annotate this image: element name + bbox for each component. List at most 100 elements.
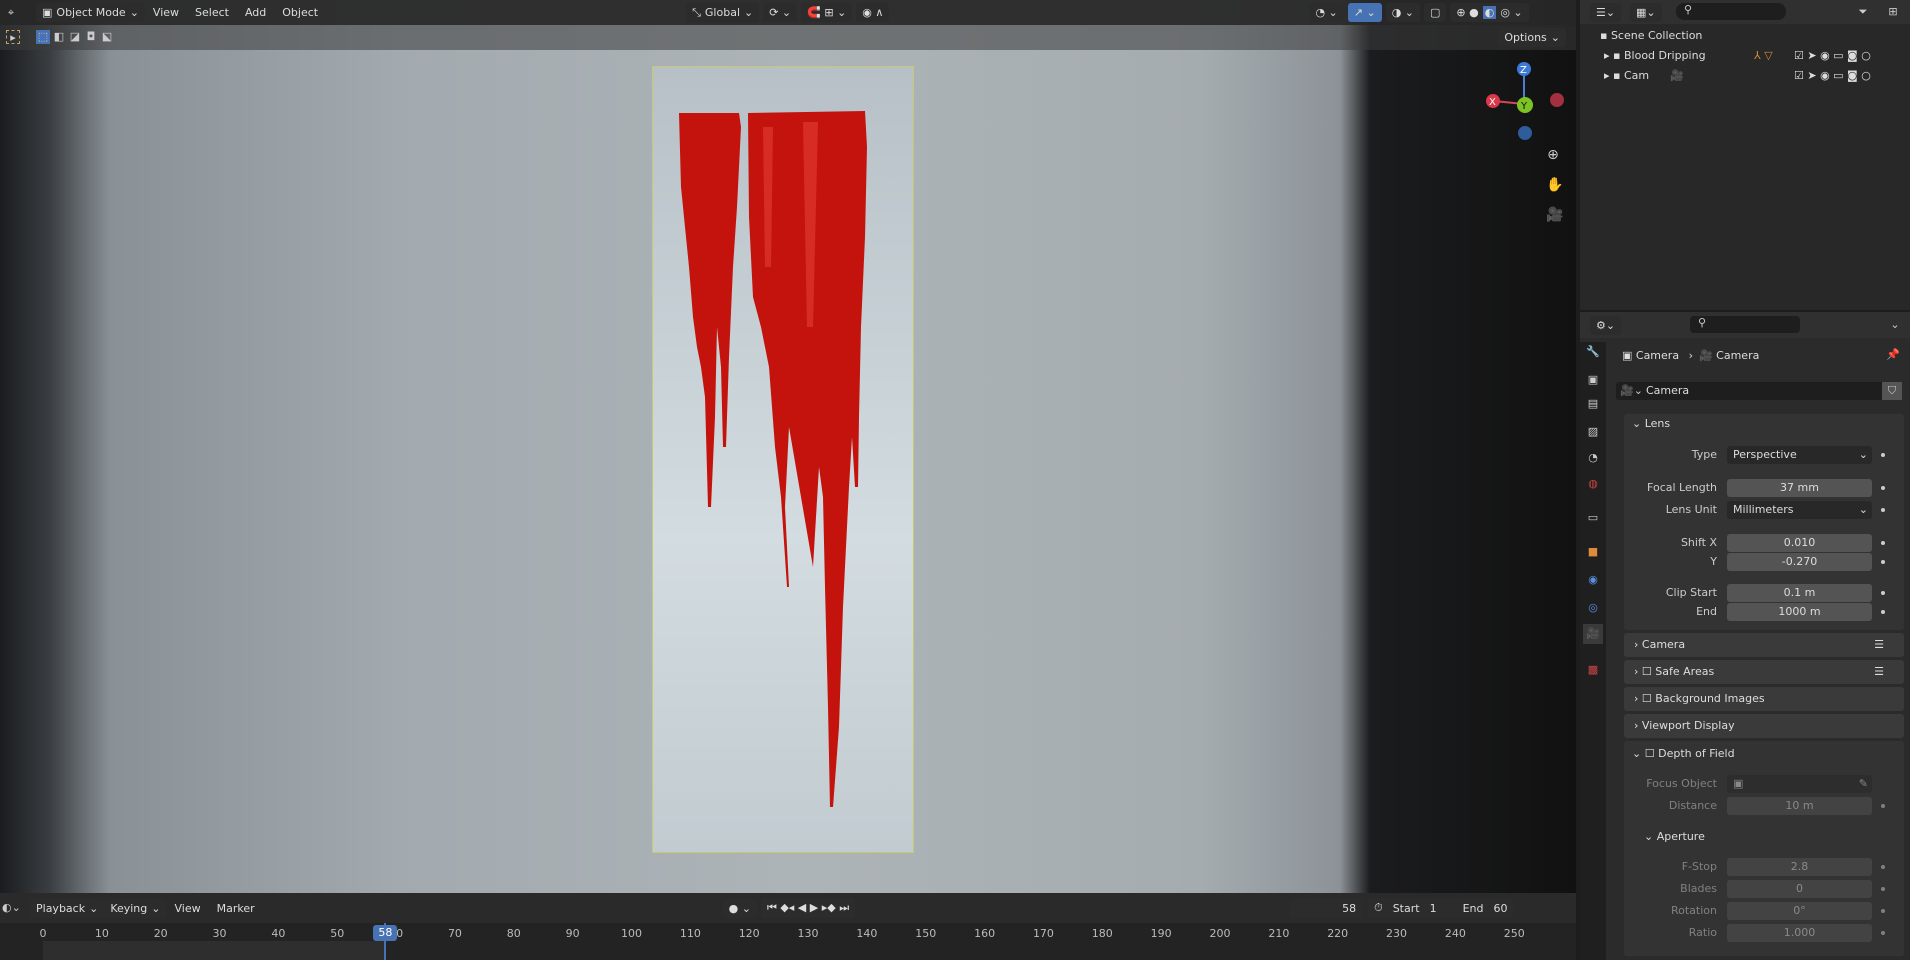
dof-panel-header[interactable]: ⌄ ☐ Depth of Field <box>1632 747 1735 760</box>
mode-select[interactable]: ▣ Object Mode ⌄ <box>36 3 145 22</box>
aperture-subpanel-header[interactable]: ⌄ Aperture <box>1644 830 1705 843</box>
pan-hand-icon[interactable]: ✋ <box>1546 178 1563 192</box>
clip-end-field[interactable]: 1000 m <box>1727 603 1872 621</box>
keyframe-dot[interactable] <box>1881 931 1885 935</box>
keyframe-dot[interactable] <box>1881 453 1885 457</box>
fake-user-shield-icon[interactable]: ⛉ <box>1882 382 1902 400</box>
options-dropdown-icon[interactable]: ⌄ <box>1888 318 1902 332</box>
editor-type-icon[interactable]: ⌖ <box>4 6 18 20</box>
shift-x-field[interactable]: 0.010 <box>1727 534 1872 552</box>
keyframe-dot[interactable] <box>1881 887 1885 891</box>
scene-tab-icon[interactable]: ◔ <box>1583 448 1603 468</box>
collection-tab-icon[interactable]: ▭ <box>1583 508 1603 528</box>
object-tab-icon[interactable]: ■ <box>1583 542 1603 562</box>
select-subtract-icon[interactable]: ◪ <box>68 30 82 44</box>
xray-toggle[interactable]: ▢ <box>1424 3 1447 22</box>
safe-areas-panel[interactable]: › ☐ Safe Areas ☰ <box>1624 660 1904 684</box>
render-tab-icon[interactable]: ▣ <box>1583 370 1603 390</box>
menu-select[interactable]: Select <box>187 6 237 19</box>
menu-view[interactable]: View <box>145 6 187 19</box>
pivot-select[interactable]: ⟳ ⌄ <box>763 3 798 22</box>
visibility-toggles[interactable]: ☑ ➤ ◉ ▭ ◙ ○ <box>1794 49 1871 62</box>
clip-start-field[interactable]: 0.1 m <box>1727 584 1872 602</box>
selection-mode-buttons[interactable]: ⬚ ◧ ◪ ◘ ⬕ <box>36 30 114 44</box>
properties-search-input[interactable]: ⚲ <box>1690 316 1800 333</box>
pin-icon[interactable]: 📌 <box>1886 348 1900 362</box>
keyframe-dot[interactable] <box>1881 909 1885 913</box>
scene-collection-row[interactable]: ▪ Scene Collection <box>1600 29 1702 42</box>
playhead-frame-label[interactable]: 58 <box>373 925 398 941</box>
keyframe-dot[interactable] <box>1881 804 1885 808</box>
checkbox[interactable]: ☐ <box>1645 747 1655 760</box>
shift-y-field[interactable]: -0.270 <box>1727 553 1872 571</box>
expand-arrow-icon[interactable]: ▸ ▪ <box>1604 69 1624 82</box>
properties-editor-type[interactable]: ⚙⌄ <box>1590 316 1622 335</box>
menu-add[interactable]: Add <box>237 6 274 19</box>
select-new-icon[interactable]: ⬚ <box>36 30 50 44</box>
select-intersect-icon[interactable]: ⬕ <box>100 30 114 44</box>
physics-tab-icon[interactable]: ◉ <box>1583 570 1603 590</box>
focal-length-field[interactable]: 37 mm <box>1727 479 1872 497</box>
camera-data-tab-icon[interactable]: 🎥 <box>1583 624 1603 644</box>
keyframe-dot[interactable] <box>1881 508 1885 512</box>
focus-object-field[interactable]: ▣ ✎ <box>1727 775 1872 793</box>
zoom-icon[interactable]: ⊕ <box>1546 148 1560 162</box>
new-collection-icon[interactable]: ⊞ <box>1886 5 1900 19</box>
navigation-gizmo[interactable]: Z Y X <box>1480 55 1570 145</box>
blades-field[interactable]: 0 <box>1727 880 1872 898</box>
world-tab-icon[interactable]: ◍ <box>1583 474 1603 494</box>
select-tool-icon[interactable]: ▸ <box>6 30 20 44</box>
proportional-edit[interactable]: ◉ ∧ <box>856 3 890 22</box>
gizmo-toggle[interactable]: ↗ ⌄ <box>1347 3 1382 22</box>
texture-tab-icon[interactable]: ▩ <box>1583 660 1603 680</box>
camera-datablock-field[interactable]: 🎥⌄ Camera ⛉ <box>1616 382 1902 400</box>
keyframe-dot[interactable] <box>1881 591 1885 595</box>
checkbox[interactable]: ☐ <box>1642 692 1652 705</box>
keyframe-dot[interactable] <box>1881 865 1885 869</box>
type-dropdown[interactable]: Perspective ⌄ <box>1727 446 1872 464</box>
keyframe-dot[interactable] <box>1881 486 1885 490</box>
display-mode-select[interactable]: ▦⌄ <box>1630 3 1662 22</box>
viewport-display-panel[interactable]: › Viewport Display <box>1624 714 1904 738</box>
keyframe-dot[interactable] <box>1881 560 1885 564</box>
visibility-toggles[interactable]: ☑ ➤ ◉ ▭ ◙ ○ <box>1794 69 1871 82</box>
distance-field[interactable]: 10 m <box>1727 797 1872 815</box>
eyedropper-icon[interactable]: ✎ <box>1859 775 1868 793</box>
snap-toggle[interactable]: 🧲 ⊞ ⌄ <box>801 3 853 22</box>
material-preview-icon[interactable]: ◐ <box>1482 6 1497 19</box>
outliner-item-cam[interactable]: ▸ ▪ Cam 🎥 ☑ ➤ ◉ ▭ ◙ ○ <box>1604 69 1910 82</box>
camera-data-icon[interactable]: 🎥⌄ <box>1620 384 1643 397</box>
camera-panel[interactable]: › Camera ☰ <box>1624 633 1904 657</box>
gizmo-neg-z[interactable] <box>1518 126 1532 140</box>
overlay-toggle[interactable]: ◑ ⌄ <box>1385 3 1420 22</box>
3d-viewport[interactable]: ⌖ ▣ Object Mode ⌄ View Select Add Object … <box>0 0 1576 893</box>
ratio-field[interactable]: 1.000 <box>1727 924 1872 942</box>
outliner-editor-type[interactable]: ☰⌄ <box>1590 3 1622 22</box>
rotation-field[interactable]: 0° <box>1727 902 1872 920</box>
view-layer-tab-icon[interactable]: ▨ <box>1583 422 1603 442</box>
playhead[interactable]: 58 <box>373 923 398 960</box>
expand-arrow-icon[interactable]: ▸ ▪ <box>1604 49 1624 62</box>
fstop-field[interactable]: 2.8 <box>1727 858 1872 876</box>
gizmo-neg-x[interactable] <box>1550 93 1564 107</box>
lens-unit-dropdown[interactable]: Millimeters ⌄ <box>1727 501 1872 519</box>
constraints-tab-icon[interactable]: ◎ <box>1583 598 1603 618</box>
camera-view-icon[interactable]: 🎥 <box>1546 208 1563 222</box>
select-extend-icon[interactable]: ◧ <box>52 30 66 44</box>
visibility-select[interactable]: ◔ ⌄ <box>1309 3 1344 22</box>
orientation-select[interactable]: ⤡ Global ⌄ <box>686 2 760 23</box>
outliner-search-input[interactable]: ⚲ <box>1676 3 1786 20</box>
tool-tab-icon[interactable]: 🔧 <box>1583 342 1603 362</box>
datablock-name[interactable]: Camera <box>1646 384 1689 397</box>
lens-panel-header[interactable]: ⌄ Lens <box>1632 417 1670 430</box>
shading-modes[interactable]: ⊕ ● ◐ ◎ ⌄ <box>1450 3 1529 22</box>
output-tab-icon[interactable]: ▤ <box>1583 394 1603 414</box>
keyframe-dot[interactable] <box>1881 541 1885 545</box>
outliner-item-blood-dripping[interactable]: ▸ ▪ Blood Dripping ⅄ ▽ ☑ ➤ ◉ ▭ ◙ ○ <box>1604 49 1910 62</box>
select-invert-icon[interactable]: ◘ <box>84 30 98 44</box>
options-button[interactable]: Options ⌄ <box>1498 28 1566 47</box>
keyframe-dot[interactable] <box>1881 610 1885 614</box>
filter-icon[interactable]: ⏷ <box>1856 5 1870 19</box>
checkbox[interactable]: ☐ <box>1642 665 1652 678</box>
menu-object[interactable]: Object <box>274 6 326 19</box>
